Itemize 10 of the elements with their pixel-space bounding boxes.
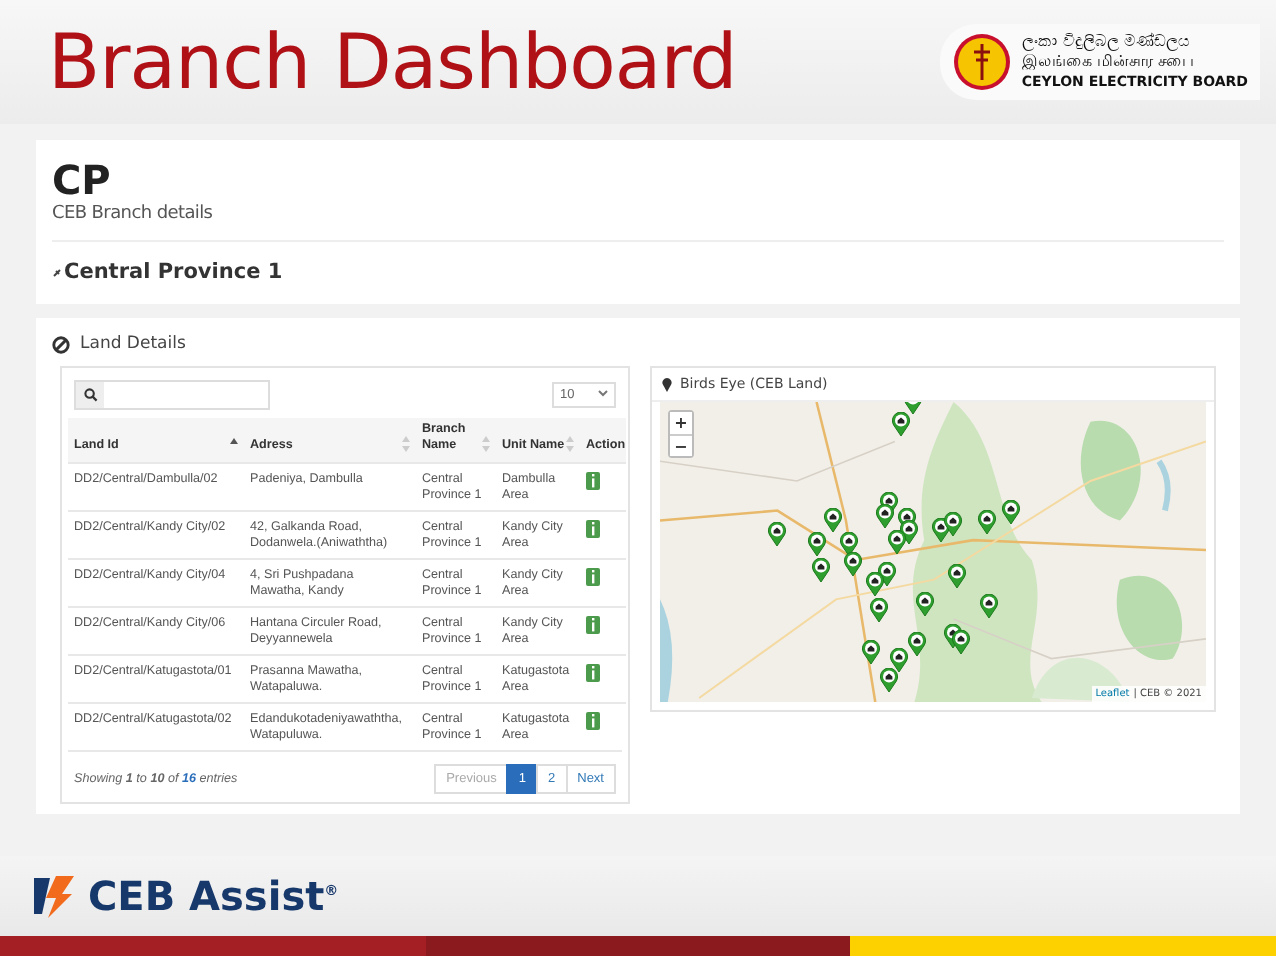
zoom-in-button[interactable]: +: [670, 412, 692, 434]
slide-title: Branch Dashboard: [48, 18, 737, 106]
logo-text: ලංකා විදුලිබල මණ්ඩලය: [1021, 32, 1192, 52]
section-title: Land Details: [80, 334, 186, 354]
zoom-out-button[interactable]: −: [670, 434, 692, 456]
page-subtitle: CEB Branch details: [52, 204, 1224, 242]
brand-name: CEB Assist$^{®}$: [88, 872, 339, 920]
page-title: CP: [52, 156, 113, 204]
logo-text: இலங்கை மின்சார சபை: [1021, 52, 1196, 72]
branch-name: Central Province 1: [64, 260, 283, 284]
